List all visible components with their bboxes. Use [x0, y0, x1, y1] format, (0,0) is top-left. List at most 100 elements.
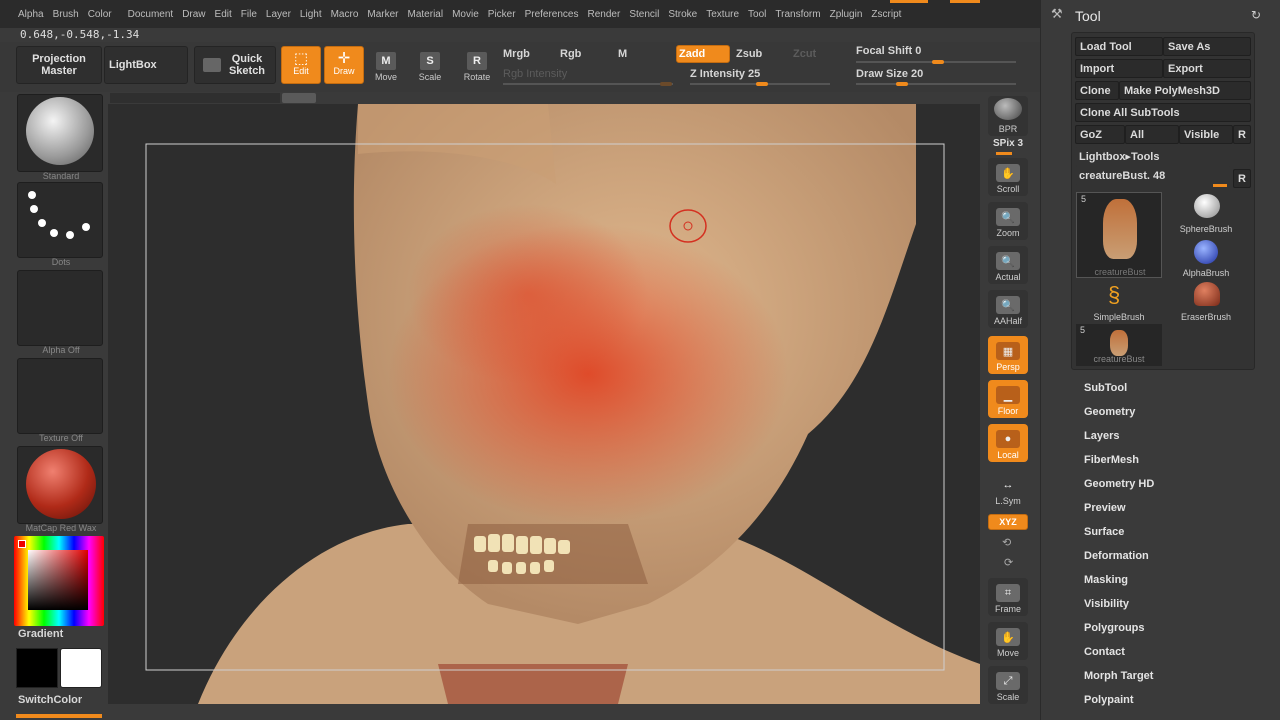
rgb-intensity-slider[interactable]: Rgb Intensity: [503, 68, 567, 80]
save-as-button[interactable]: Save As: [1163, 37, 1251, 56]
texture-selector[interactable]: Texture Off: [17, 358, 103, 443]
menu-preferences[interactable]: Preferences: [525, 9, 579, 20]
menu-macro[interactable]: Macro: [331, 9, 359, 20]
viewport-scroll-handle[interactable]: [282, 93, 316, 103]
draw-size-track[interactable]: [856, 83, 1016, 85]
menu-material[interactable]: Material: [408, 9, 444, 20]
tool-panel-title[interactable]: Tool: [1075, 8, 1101, 24]
rotate-y-icon[interactable]: ⟲: [1002, 536, 1011, 549]
goz-all-button[interactable]: All: [1125, 125, 1179, 144]
secondary-color-swatch[interactable]: [60, 648, 102, 688]
section-morph-target[interactable]: Morph Target: [1084, 670, 1153, 682]
zcut-button[interactable]: Zcut: [793, 48, 816, 60]
lsym-button[interactable]: ↔ L.Sym: [988, 470, 1028, 508]
clone-button[interactable]: Clone: [1075, 81, 1119, 100]
goz-r-button[interactable]: R: [1233, 125, 1251, 144]
floor-button[interactable]: ▁ Floor: [988, 380, 1028, 418]
current-tool-r-button[interactable]: R: [1233, 169, 1251, 188]
goz-visible-button[interactable]: Visible: [1179, 125, 1233, 144]
section-visibility[interactable]: Visibility: [1084, 598, 1129, 610]
gradient-toggle[interactable]: Gradient: [18, 628, 63, 640]
menu-alpha[interactable]: Alpha: [18, 9, 44, 20]
viewport-scroll-track[interactable]: [110, 93, 280, 103]
rotate-z-icon[interactable]: ⟳: [1004, 556, 1013, 569]
rotate-button[interactable]: R Rotate: [460, 52, 494, 82]
pin-icon[interactable]: ⚒: [1051, 6, 1063, 22]
import-button[interactable]: Import: [1075, 59, 1163, 78]
make-polymesh-button[interactable]: Make PolyMesh3D: [1119, 81, 1251, 100]
switch-color-button[interactable]: SwitchColor: [18, 694, 82, 706]
menu-brush[interactable]: Brush: [53, 9, 79, 20]
section-polygroups[interactable]: Polygroups: [1084, 622, 1145, 634]
tool-thumb-creaturebust[interactable]: 5 creatureBust: [1076, 192, 1162, 278]
mrgb-button[interactable]: Mrgb: [503, 48, 530, 60]
menu-stencil[interactable]: Stencil: [629, 9, 659, 20]
local-button[interactable]: ● Local: [988, 424, 1028, 462]
section-masking[interactable]: Masking: [1084, 574, 1128, 586]
tool-thumb-eraserbrush[interactable]: EraserBrush: [1166, 280, 1246, 324]
load-tool-button[interactable]: Load Tool: [1075, 37, 1163, 56]
menu-file[interactable]: File: [241, 9, 257, 20]
rgb-intensity-track[interactable]: [503, 83, 673, 85]
actual-button[interactable]: 🔍 Actual: [988, 246, 1028, 284]
draw-button[interactable]: ✛ Draw: [324, 46, 364, 84]
draw-size-slider[interactable]: Draw Size 20: [856, 68, 923, 80]
lightbox-button[interactable]: LightBox: [104, 46, 188, 84]
tool-thumb-alphabrush[interactable]: AlphaBrush: [1166, 236, 1246, 280]
menu-movie[interactable]: Movie: [452, 9, 479, 20]
section-deformation[interactable]: Deformation: [1084, 550, 1149, 562]
section-polypaint[interactable]: Polypaint: [1084, 694, 1134, 706]
clone-all-subtools-button[interactable]: Clone All SubTools: [1075, 103, 1251, 122]
goz-button[interactable]: GoZ: [1075, 125, 1125, 144]
menu-document[interactable]: Document: [128, 9, 174, 20]
menu-zplugin[interactable]: Zplugin: [830, 9, 863, 20]
menu-zscript[interactable]: Zscript: [871, 9, 901, 20]
color-picker[interactable]: [14, 536, 104, 626]
menu-marker[interactable]: Marker: [367, 9, 398, 20]
zoom-button[interactable]: 🔍 Zoom: [988, 202, 1028, 240]
move-view-button[interactable]: ✋ Move: [988, 622, 1028, 660]
move-button[interactable]: M Move: [372, 52, 400, 82]
alpha-selector[interactable]: Alpha Off: [17, 270, 103, 355]
lightbox-tools-button[interactable]: Lightbox▸Tools: [1075, 147, 1251, 166]
section-geometry[interactable]: Geometry: [1084, 406, 1135, 418]
frame-button[interactable]: ⌗ Frame: [988, 578, 1028, 616]
tool-thumb-spherebrush[interactable]: SphereBrush: [1166, 192, 1246, 236]
scale-button[interactable]: S Scale: [416, 52, 444, 82]
bpr-button[interactable]: BPR: [988, 96, 1028, 136]
menu-draw[interactable]: Draw: [182, 9, 205, 20]
zsub-button[interactable]: Zsub: [736, 48, 762, 60]
tool-thumb-simplebrush[interactable]: § SimpleBrush: [1078, 280, 1160, 324]
spix-slider[interactable]: SPix 3: [988, 138, 1028, 149]
current-tool-slider[interactable]: creatureBust. 48: [1075, 166, 1231, 185]
menu-transform[interactable]: Transform: [775, 9, 820, 20]
zadd-button[interactable]: Zadd: [676, 45, 730, 63]
rgb-button[interactable]: Rgb: [560, 48, 581, 60]
section-geometry-hd[interactable]: Geometry HD: [1084, 478, 1154, 490]
menu-picker[interactable]: Picker: [488, 9, 516, 20]
quick-sketch-button[interactable]: Quick Sketch: [194, 46, 276, 84]
focal-shift-slider[interactable]: Focal Shift 0: [856, 45, 921, 57]
stroke-selector[interactable]: Dots: [17, 182, 103, 267]
m-button[interactable]: M: [618, 48, 627, 60]
canvas-viewport[interactable]: [108, 104, 980, 704]
menu-light[interactable]: Light: [300, 9, 322, 20]
section-subtool[interactable]: SubTool: [1084, 382, 1127, 394]
z-intensity-slider[interactable]: Z Intensity 25: [690, 68, 760, 80]
menu-color[interactable]: Color: [88, 9, 112, 20]
xyz-button[interactable]: XYZ: [988, 514, 1028, 530]
tool-thumb-creaturebust-2[interactable]: 5 creatureBust: [1076, 324, 1162, 366]
menu-stroke[interactable]: Stroke: [668, 9, 697, 20]
section-layers[interactable]: Layers: [1084, 430, 1119, 442]
section-fibermesh[interactable]: FiberMesh: [1084, 454, 1139, 466]
projection-master-button[interactable]: Projection Master: [16, 46, 102, 84]
section-contact[interactable]: Contact: [1084, 646, 1125, 658]
scale-view-button[interactable]: ⤢ Scale: [988, 666, 1028, 704]
menu-tool[interactable]: Tool: [748, 9, 766, 20]
export-button[interactable]: Export: [1163, 59, 1251, 78]
brush-selector[interactable]: Standard: [17, 94, 103, 181]
section-surface[interactable]: Surface: [1084, 526, 1124, 538]
main-color-swatch[interactable]: [16, 648, 58, 688]
material-selector[interactable]: MatCap Red Wax: [17, 446, 103, 533]
menu-layer[interactable]: Layer: [266, 9, 291, 20]
